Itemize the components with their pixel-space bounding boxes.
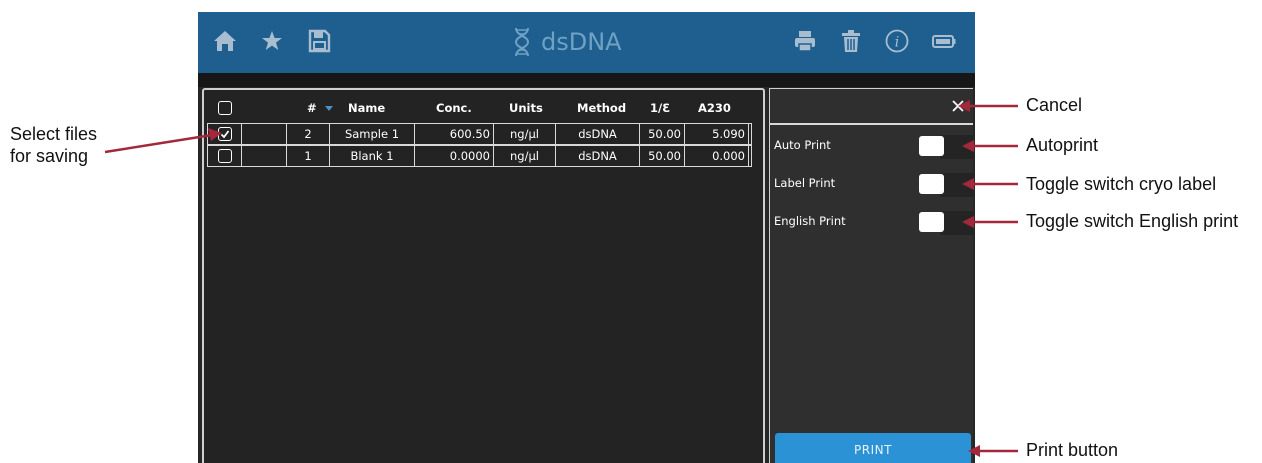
table-row[interactable]: 1 Blank 1 0.0000 ng/µl dsDNA 50.00 0.000 [207, 145, 752, 167]
row-spacer-cell [242, 146, 287, 166]
app-title: dsDNA [541, 28, 622, 56]
row-spacer-cell [242, 124, 287, 144]
star-icon[interactable] [257, 26, 287, 56]
english-print-label: English Print [774, 214, 846, 228]
sort-down-icon [324, 105, 333, 111]
annotation-label-print: Toggle switch cryo label [1026, 174, 1217, 194]
column-header-name[interactable]: Name [348, 100, 385, 116]
cell-conc: 600.50 [415, 124, 494, 144]
toolbar-divider [198, 73, 975, 87]
home-icon[interactable] [210, 26, 240, 56]
table-row[interactable]: 2 Sample 1 600.50 ng/µl dsDNA 50.00 5.09… [207, 123, 752, 145]
cell-units: ng/µl [494, 146, 556, 166]
annotation-autoprint: Autoprint [1026, 135, 1099, 155]
print-button[interactable]: PRINT [775, 433, 971, 463]
english-print-option: English Print [770, 209, 973, 235]
label-print-track [940, 173, 973, 197]
cell-inverse-epsilon: 50.00 [640, 124, 685, 144]
cell-conc: 0.0000 [415, 146, 494, 166]
column-header-units[interactable]: Units [509, 100, 543, 116]
dna-icon [514, 27, 530, 57]
annotation-select-files-line1: Select files [10, 124, 98, 144]
row-select-cell[interactable] [208, 146, 242, 166]
panel-header [770, 89, 973, 125]
label-print-option: Label Print [770, 171, 973, 197]
top-toolbar: dsDNA i [198, 12, 975, 73]
svg-text:i: i [895, 35, 899, 51]
cell-units: ng/µl [494, 124, 556, 144]
check-icon [220, 130, 229, 139]
english-print-track [940, 211, 973, 235]
select-all-checkbox[interactable] [218, 100, 232, 116]
label-print-toggle[interactable] [919, 174, 944, 194]
app-title-group: dsDNA [513, 24, 622, 60]
print-options-panel: Auto Print Label Print English Print PRI… [769, 88, 973, 463]
annotation-print-button: Print button [1026, 440, 1119, 460]
instrument-screen: dsDNA i # Name Conc. Units Method 1/Ɛ A2… [198, 12, 975, 463]
cell-name: Blank 1 [330, 146, 415, 166]
auto-print-option: Auto Print [770, 133, 973, 159]
annotation-cancel: Cancel [1026, 95, 1083, 115]
column-header-conc[interactable]: Conc. [436, 100, 472, 116]
cell-method: dsDNA [556, 146, 640, 166]
arrow-select-files [104, 133, 213, 154]
info-icon[interactable]: i [882, 26, 912, 56]
row-checkbox-checked[interactable] [217, 127, 232, 141]
label-print-label: Label Print [774, 176, 836, 190]
battery-icon [929, 26, 959, 56]
printer-icon[interactable] [790, 26, 820, 56]
row-select-cell[interactable] [208, 124, 242, 144]
results-table-panel: # Name Conc. Units Method 1/Ɛ A230 2 Sam… [202, 88, 765, 463]
cell-a230: 0.000 [685, 146, 749, 166]
cell-number: 2 [287, 124, 330, 144]
english-print-toggle[interactable] [919, 212, 944, 232]
column-header-a230[interactable]: A230 [698, 100, 731, 116]
cell-name: Sample 1 [330, 124, 415, 144]
cell-inverse-epsilon: 50.00 [640, 146, 685, 166]
auto-print-toggle[interactable] [919, 136, 944, 156]
cell-number: 1 [287, 146, 330, 166]
trash-icon[interactable] [836, 26, 866, 56]
save-icon[interactable] [304, 26, 334, 56]
auto-print-label: Auto Print [774, 138, 831, 152]
annotation-select-files-line2: for saving [10, 146, 89, 166]
auto-print-track [940, 135, 973, 159]
cell-a230: 5.090 [685, 124, 749, 144]
column-header-inverse-epsilon[interactable]: 1/Ɛ [650, 100, 670, 116]
close-icon[interactable] [949, 97, 967, 115]
column-header-method[interactable]: Method [577, 100, 626, 116]
cell-method: dsDNA [556, 124, 640, 144]
annotation-english-print: Toggle switch English print [1026, 211, 1239, 231]
row-checkbox[interactable] [217, 149, 232, 163]
column-header-number[interactable]: # [307, 100, 333, 116]
